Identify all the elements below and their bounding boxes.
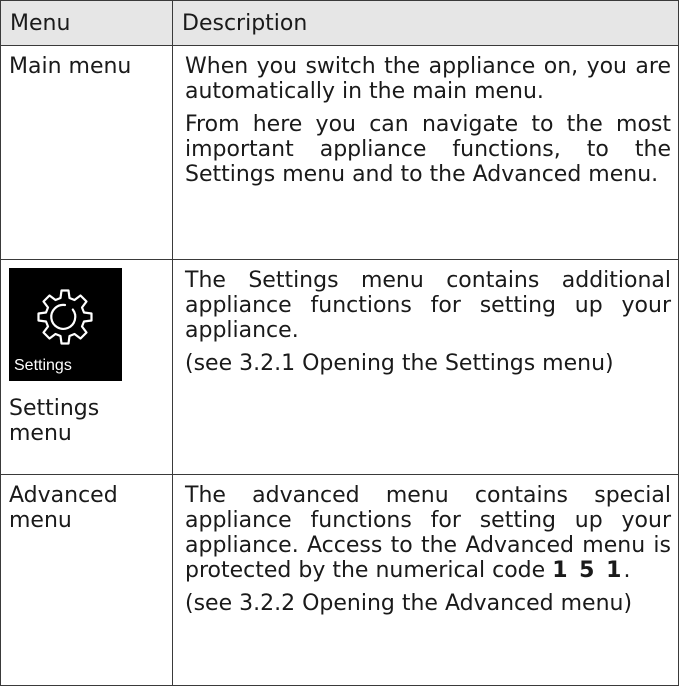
description-reference: (see 3.2.1 Opening the Settings menu) (185, 351, 614, 376)
menu-cell: Settings Settings menu (0, 259, 173, 475)
description-paragraph: The advanced menu contains special appli… (185, 483, 671, 583)
menu-name: Advanced menu (9, 483, 118, 533)
settings-tile: Settings (9, 268, 122, 381)
table-row: Advanced menu The advanced menu contains… (0, 474, 679, 686)
description-cell: The advanced menu contains special appli… (172, 474, 679, 686)
header-description: Description (172, 0, 679, 46)
menu-cell: Main menu (0, 45, 173, 260)
header-menu: Menu (0, 0, 173, 46)
settings-tile-label: Settings (14, 357, 72, 374)
menu-table: Menu Description Main menu When you swit… (0, 0, 679, 686)
menu-cell: Advanced menu (0, 474, 173, 686)
gear-icon (37, 289, 93, 345)
table-header-row: Menu Description (0, 0, 679, 46)
description-paragraph: The Settings menu contains additional ap… (185, 268, 671, 343)
table-row: Settings Settings menu The Settings menu… (0, 259, 679, 475)
menu-name: Main menu (9, 54, 132, 79)
description-paragraph: From here you can navigate to the most i… (185, 112, 671, 187)
description-text-end: . (623, 558, 631, 583)
description-cell: When you switch the appliance on, you ar… (172, 45, 679, 260)
description-paragraph: When you switch the appliance on, you ar… (185, 54, 671, 104)
menu-name: Settings menu (9, 396, 100, 446)
table-row: Main menu When you switch the appliance … (0, 45, 679, 260)
description-cell: The Settings menu contains additional ap… (172, 259, 679, 475)
numerical-code: 1 5 1 (552, 558, 624, 583)
description-reference: (see 3.2.2 Opening the Advanced menu) (185, 591, 633, 616)
